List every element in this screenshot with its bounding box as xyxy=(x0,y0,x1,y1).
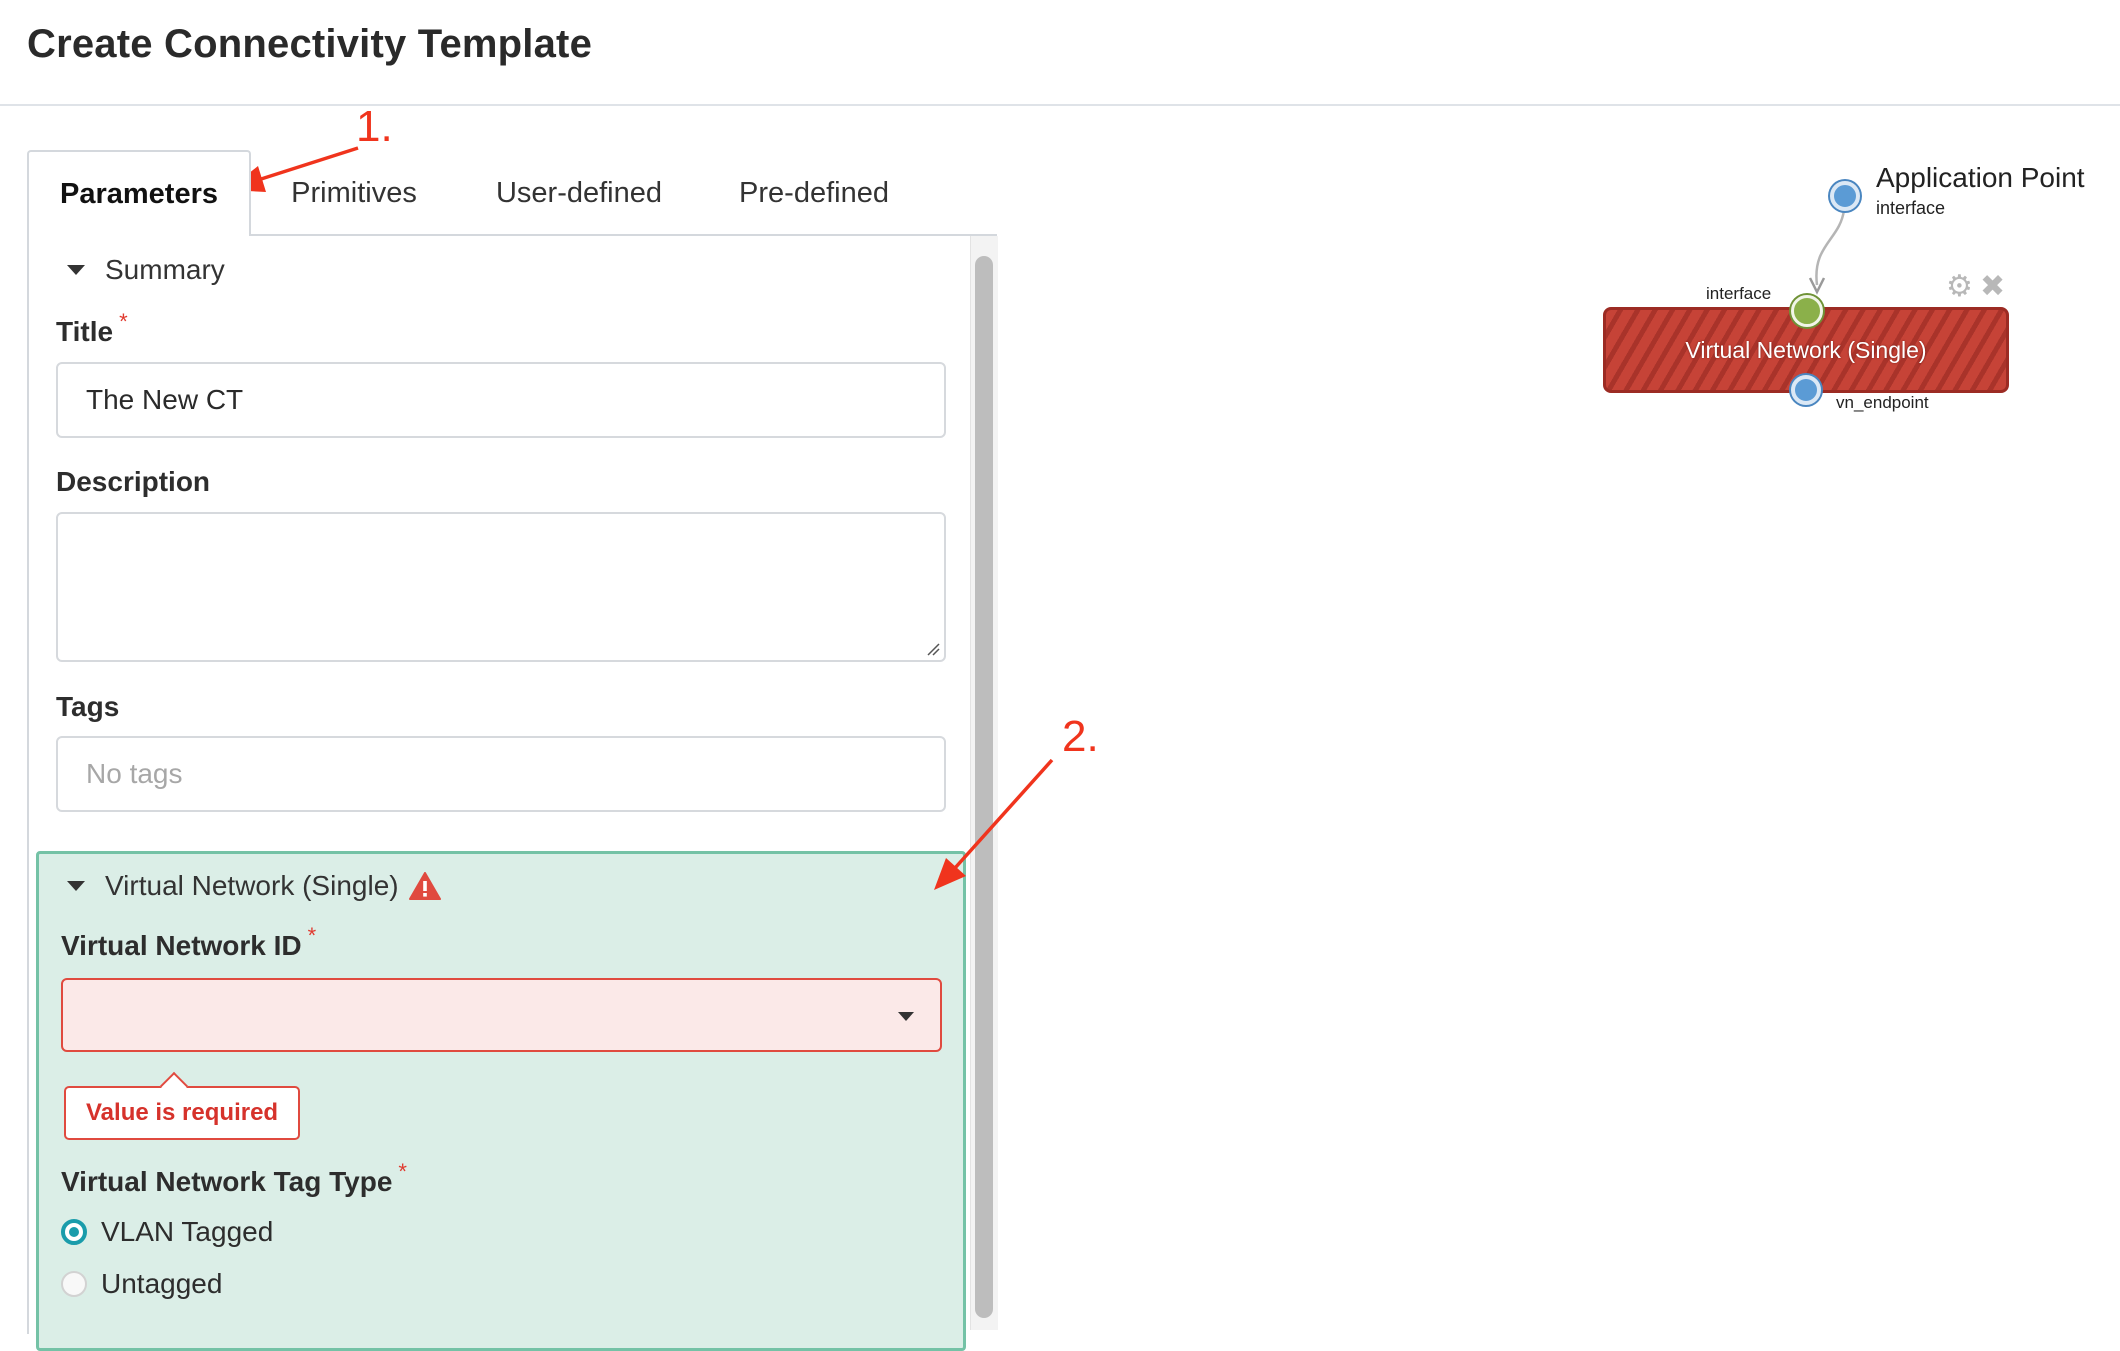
tab-primitives[interactable]: Primitives xyxy=(278,150,430,236)
tab-user-defined[interactable]: User-defined xyxy=(490,150,668,236)
virtual-network-header: Virtual Network (Single) xyxy=(105,870,399,901)
title-label: Title * xyxy=(56,309,128,347)
application-point-title: Application Point xyxy=(1876,162,2085,193)
annotation-step-1: 1. xyxy=(356,102,393,151)
input-port-label: interface xyxy=(1706,284,1772,303)
summary-header: Summary xyxy=(105,254,225,285)
output-port-label: vn_endpoint xyxy=(1836,393,1929,412)
tab-pre-defined[interactable]: Pre-defined xyxy=(730,150,898,236)
tab-label: User-defined xyxy=(495,176,663,209)
page-header: Create Connectivity Template xyxy=(0,0,2120,106)
title-input-value: The New CT xyxy=(86,384,244,415)
page-title: Create Connectivity Template xyxy=(27,22,593,66)
tag-type-label: Virtual Network Tag Type * xyxy=(61,1159,407,1197)
tags-label: Tags xyxy=(56,691,120,722)
caret-down-icon xyxy=(67,265,85,275)
application-point-port[interactable] xyxy=(1830,181,1860,211)
application-point-subtitle: interface xyxy=(1876,198,1946,218)
virtual-network-id-select[interactable] xyxy=(61,978,942,1052)
virtual-network-section-toggle[interactable]: Virtual Network (Single) xyxy=(67,870,441,902)
close-icon[interactable]: ✖ xyxy=(1980,272,2005,302)
radio-unselected-icon[interactable] xyxy=(61,1271,87,1297)
output-port[interactable] xyxy=(1791,375,1821,405)
caret-down-icon xyxy=(67,881,85,891)
radio-label: Untagged xyxy=(101,1268,223,1299)
radio-vlan-tagged[interactable]: VLAN Tagged xyxy=(61,1216,273,1248)
gear-icon[interactable]: ⚙ xyxy=(1946,272,1973,302)
radio-label: VLAN Tagged xyxy=(101,1216,274,1247)
description-textarea[interactable] xyxy=(56,512,946,662)
dropdown-caret-icon xyxy=(898,1012,914,1021)
tags-placeholder: No tags xyxy=(86,758,183,789)
resize-grip-icon[interactable] xyxy=(926,642,940,656)
virtual-network-section: Virtual Network (Single) Virtual Network… xyxy=(36,851,966,1351)
input-port[interactable] xyxy=(1791,295,1823,327)
warning-icon xyxy=(408,872,441,900)
virtual-network-id-label: Virtual Network ID * xyxy=(61,923,317,961)
summary-section-toggle[interactable]: Summary xyxy=(67,254,225,286)
radio-selected-icon[interactable] xyxy=(61,1219,87,1245)
scrollbar-thumb[interactable] xyxy=(975,256,993,1318)
tab-parameters[interactable]: Parameters xyxy=(27,150,251,236)
radio-untagged[interactable]: Untagged xyxy=(61,1268,222,1300)
tab-label: Parameters xyxy=(60,177,218,210)
title-input[interactable]: The New CT xyxy=(56,362,946,438)
tags-input[interactable]: No tags xyxy=(56,736,946,812)
description-label: Description xyxy=(56,466,211,497)
tab-label: Primitives xyxy=(291,176,417,209)
validation-error-tooltip: Value is required xyxy=(64,1086,301,1140)
tab-label: Pre-defined xyxy=(739,176,889,209)
annotation-step-2: 2. xyxy=(1062,712,1099,761)
